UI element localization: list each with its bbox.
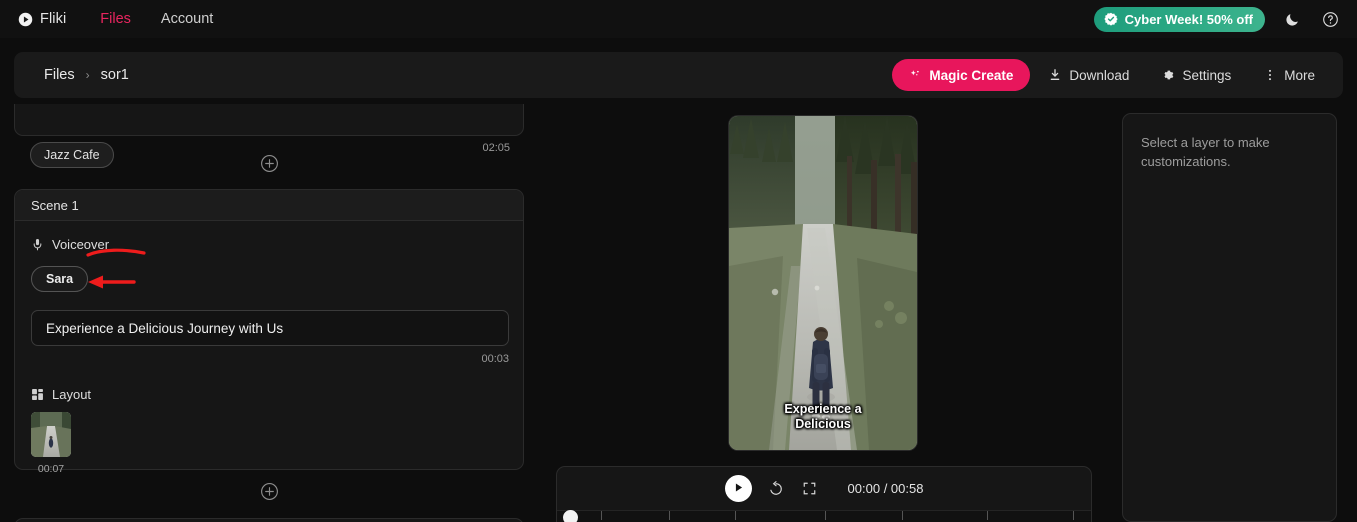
layout-section-label: Layout bbox=[31, 387, 507, 402]
layout-clip: 00:07 bbox=[31, 412, 71, 475]
plus-circle-icon bbox=[260, 154, 279, 173]
breadcrumb-current[interactable]: sor1 bbox=[101, 67, 129, 83]
preview-stage: Experience a Delicious 00:00 / 00:58 bbox=[534, 104, 1114, 522]
timeline-tick bbox=[902, 511, 903, 520]
brand-name: Fliki bbox=[40, 11, 67, 27]
add-scene-button-top[interactable] bbox=[260, 154, 279, 173]
top-navigation-bar: Fliki Files Account Cyber Week! 50% off bbox=[0, 0, 1357, 38]
timeline-playhead[interactable] bbox=[563, 510, 578, 522]
settings-button[interactable]: Settings bbox=[1147, 59, 1245, 91]
video-preview-image bbox=[729, 116, 917, 450]
toolbar-actions: Magic Create Download Settings More bbox=[892, 59, 1329, 91]
script-text: Experience a Delicious Journey with Us bbox=[46, 320, 284, 336]
caption-line-2: Delicious bbox=[795, 416, 851, 431]
promo-banner-cyber-week[interactable]: Cyber Week! 50% off bbox=[1093, 6, 1265, 32]
layout-grid-icon bbox=[31, 388, 44, 401]
video-caption-overlay: Experience a Delicious bbox=[729, 402, 917, 433]
download-label: Download bbox=[1069, 67, 1130, 83]
breadcrumb: Files › sor1 bbox=[44, 67, 129, 83]
add-scene-button-bottom[interactable] bbox=[260, 482, 279, 501]
nav-link-account[interactable]: Account bbox=[161, 11, 213, 27]
player-timecode: 00:00 / 00:58 bbox=[847, 481, 924, 496]
timeline-tick bbox=[735, 511, 736, 520]
help-button[interactable] bbox=[1319, 8, 1341, 30]
timeline-ruler[interactable] bbox=[557, 510, 1091, 522]
customization-hint: Select a layer to make customizations. bbox=[1141, 135, 1270, 169]
fliki-play-logo-icon bbox=[18, 12, 33, 27]
magic-create-label: Magic Create bbox=[929, 67, 1014, 83]
timeline-tick bbox=[1073, 511, 1074, 520]
scene-card-1[interactable]: Scene 1 Voiceover Sara Experience a Deli… bbox=[14, 189, 524, 475]
timeline-tick bbox=[987, 511, 988, 520]
gear-icon bbox=[1161, 68, 1175, 82]
play-icon bbox=[732, 481, 745, 497]
scene-card-2-partial[interactable] bbox=[14, 518, 524, 522]
more-button[interactable]: More bbox=[1249, 59, 1329, 91]
restart-button[interactable] bbox=[766, 479, 786, 499]
play-button[interactable] bbox=[724, 475, 752, 502]
voiceover-label: Voiceover bbox=[52, 237, 110, 252]
customization-panel: Select a layer to make customizations. bbox=[1122, 113, 1337, 522]
microphone-icon bbox=[31, 238, 44, 251]
editor-toolbar: Files › sor1 Magic Create Download Setti… bbox=[14, 52, 1343, 98]
promo-banner-label: Cyber Week! 50% off bbox=[1124, 11, 1253, 27]
sparkles-icon bbox=[909, 69, 922, 82]
add-scene-row-bottom bbox=[14, 474, 524, 508]
top-nav-actions: Cyber Week! 50% off bbox=[1093, 6, 1341, 32]
fullscreen-icon bbox=[802, 481, 817, 496]
voiceover-section-label: Voiceover bbox=[31, 237, 507, 252]
brand-logo[interactable]: Fliki bbox=[18, 11, 66, 27]
layout-thumbnail[interactable] bbox=[31, 412, 71, 457]
video-player-controls: 00:00 / 00:58 bbox=[556, 466, 1092, 522]
plus-circle-icon bbox=[260, 482, 279, 501]
player-buttons: 00:00 / 00:58 bbox=[557, 467, 1091, 510]
music-clip-card[interactable] bbox=[14, 104, 524, 136]
moon-icon bbox=[1284, 11, 1301, 28]
scenes-panel: Jazz Cafe 02:05 Scene 1 Voiceover Sara E… bbox=[14, 104, 524, 522]
fliki-editor-app: Fliki Files Account Cyber Week! 50% off bbox=[0, 0, 1357, 522]
theme-toggle-button[interactable] bbox=[1281, 8, 1303, 30]
download-icon bbox=[1048, 68, 1062, 82]
layout-section: Layout 00:07 bbox=[31, 387, 507, 475]
primary-nav: Files Account bbox=[100, 11, 213, 27]
fullscreen-button[interactable] bbox=[800, 479, 820, 499]
caption-line-1: Experience a bbox=[784, 401, 862, 416]
restart-icon bbox=[768, 480, 784, 497]
video-preview[interactable]: Experience a Delicious bbox=[729, 116, 917, 450]
add-scene-row-top bbox=[14, 146, 524, 180]
help-circle-icon bbox=[1322, 11, 1339, 28]
verified-badge-icon bbox=[1103, 12, 1118, 26]
scene-header: Scene 1 bbox=[15, 190, 523, 221]
timeline-tick bbox=[669, 511, 670, 520]
scene-body: Voiceover Sara Experience a Delicious Jo… bbox=[15, 221, 523, 491]
voice-pill-sara[interactable]: Sara bbox=[31, 266, 89, 292]
breadcrumb-separator-icon: › bbox=[85, 68, 90, 82]
kebab-menu-icon bbox=[1263, 68, 1277, 82]
settings-label: Settings bbox=[1182, 67, 1232, 83]
more-label: More bbox=[1284, 67, 1315, 83]
voice-name-label: Sara bbox=[46, 272, 74, 286]
timeline-tick bbox=[825, 511, 826, 520]
script-input[interactable]: Experience a Delicious Journey with Us bbox=[31, 310, 509, 346]
magic-create-button[interactable]: Magic Create bbox=[892, 59, 1031, 91]
scene-title: Scene 1 bbox=[31, 197, 79, 213]
breadcrumb-root[interactable]: Files bbox=[44, 67, 75, 83]
download-button[interactable]: Download bbox=[1034, 59, 1143, 91]
timeline-tick bbox=[601, 511, 602, 520]
layout-label: Layout bbox=[52, 387, 92, 402]
nav-link-files[interactable]: Files bbox=[100, 11, 131, 27]
script-duration: 00:03 bbox=[481, 353, 509, 365]
